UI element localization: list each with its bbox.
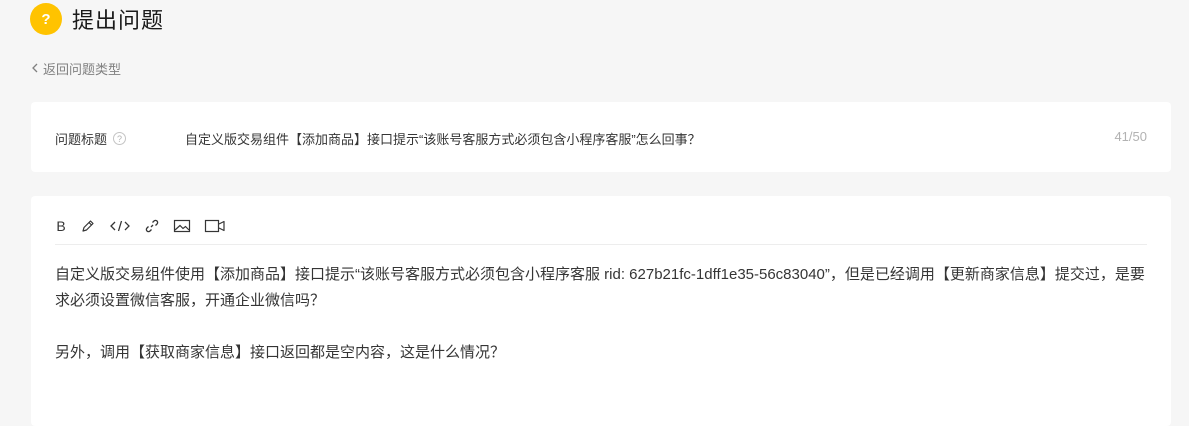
- question-mark-icon: ?: [30, 3, 62, 35]
- image-button[interactable]: [173, 216, 191, 236]
- code-icon: [110, 220, 130, 232]
- video-icon: [204, 219, 225, 233]
- video-button[interactable]: [204, 216, 226, 236]
- info-icon[interactable]: ?: [113, 132, 127, 145]
- editor-paragraph: 另外，调用【获取商家信息】接口返回都是空内容，这是什么情况？: [55, 344, 506, 361]
- editor-toolbar: B: [55, 208, 1147, 245]
- bold-button[interactable]: B: [55, 216, 67, 236]
- description-editor-content[interactable]: 自定义版交易组件使用【添加商品】接口提示“该账号客服方式必须包含小程序客服 ri…: [55, 262, 1147, 392]
- pen-icon: [82, 220, 94, 232]
- question-title-label: 问题标题 ?: [55, 129, 127, 148]
- question-title-label-text: 问题标题: [55, 132, 108, 147]
- image-icon: [173, 219, 191, 233]
- code-button[interactable]: [109, 216, 131, 236]
- back-link-label: 返回问题类型: [43, 61, 122, 77]
- question-title-card: 问题标题 ? 自定义版交易组件【添加商品】接口提示“该账号客服方式必须包含小程序…: [31, 102, 1171, 172]
- page-header: ? 提出问题: [30, 2, 164, 36]
- link-icon: [145, 219, 159, 233]
- editor-paragraph: 自定义版交易组件使用【添加商品】接口提示“该账号客服方式必须包含小程序客服 ri…: [55, 266, 1145, 309]
- link-button[interactable]: [144, 216, 160, 236]
- highlight-button[interactable]: [80, 216, 96, 236]
- description-editor-card: B 自定义版交易组件使用【添加商品】接口提示“该账号客服方式必须包含小程序客服 …: [31, 196, 1171, 426]
- title-char-count: 41/50: [1114, 129, 1147, 144]
- page-title: 提出问题: [72, 8, 165, 33]
- back-to-question-types-link[interactable]: 返回问题类型: [30, 58, 121, 78]
- chevron-left-icon: [32, 63, 38, 73]
- question-title-input[interactable]: 自定义版交易组件【添加商品】接口提示“该账号客服方式必须包含小程序客服”怎么回事…: [185, 129, 1085, 148]
